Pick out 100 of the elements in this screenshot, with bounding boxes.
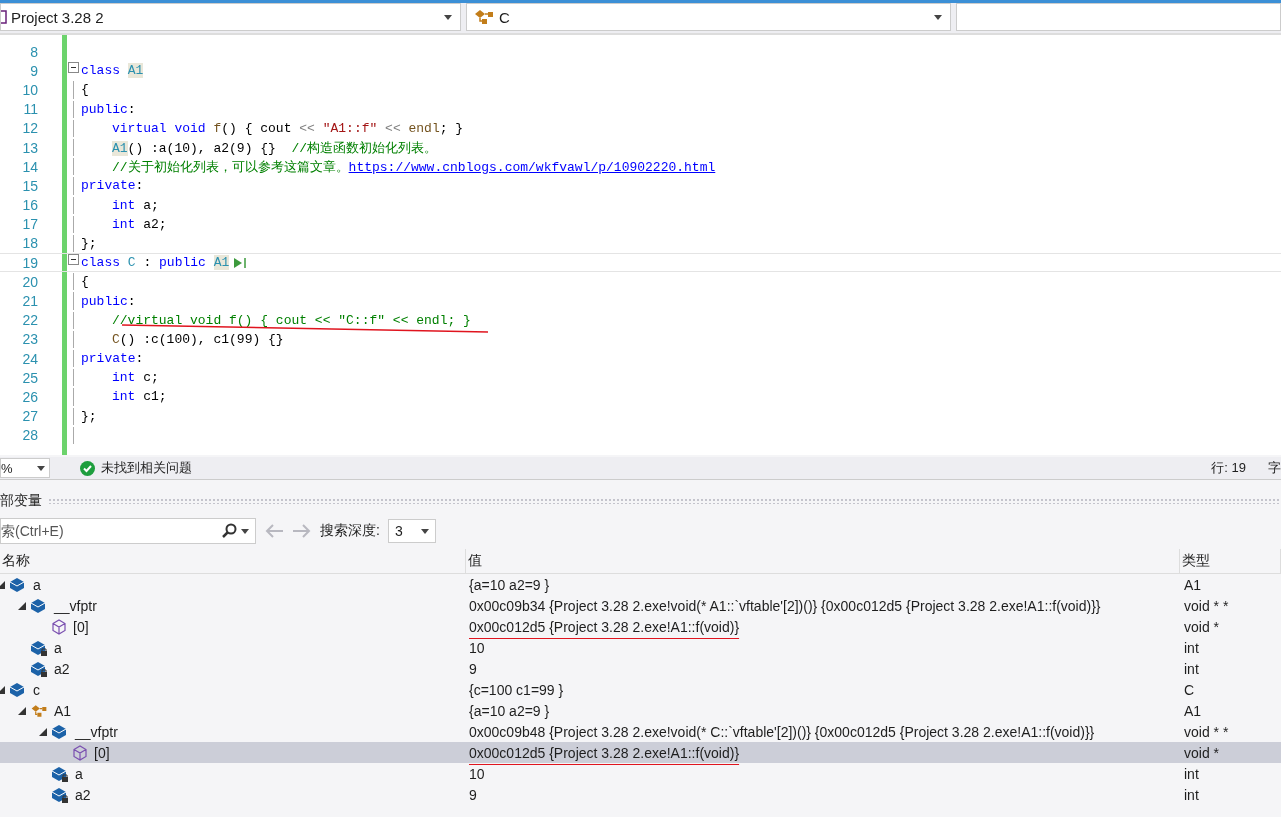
code-line: int a; xyxy=(111,197,159,213)
code-line: private: xyxy=(81,178,144,194)
variable-type: void * xyxy=(1184,618,1220,635)
field-icon xyxy=(51,723,69,740)
line-number: 12 xyxy=(21,120,38,137)
line-number: 25 xyxy=(21,369,38,386)
variable-type: void * xyxy=(1184,744,1220,761)
line-number: 8 xyxy=(29,43,38,60)
variable-name: a xyxy=(33,576,41,593)
code-line: class A1 xyxy=(81,63,144,79)
code-line: { xyxy=(81,82,89,98)
variable-value: 0x00c012d5 {Project 3.28 2.exe!A1::f(void)} xyxy=(469,618,740,635)
column-header[interactable]: 名称 xyxy=(0,549,466,573)
project-dropdown[interactable]: Project 3.28 2 xyxy=(0,3,461,31)
method-icon xyxy=(51,618,67,635)
line-number: 13 xyxy=(21,139,38,156)
collapse-icon[interactable] xyxy=(68,62,79,74)
caret-icon xyxy=(37,465,45,471)
code-line: }; xyxy=(81,235,97,251)
collapse-icon[interactable] xyxy=(68,254,79,266)
variable-type: void * * xyxy=(1184,723,1229,740)
field-icon xyxy=(9,681,27,698)
code-line: virtual void f() { cout << "A1::f" << endl; } xyxy=(111,120,464,136)
variable-type: C xyxy=(1184,681,1195,698)
variable-type: void * * xyxy=(1184,597,1229,614)
code-line: int c1; xyxy=(111,389,167,405)
variable-name: A1 xyxy=(54,702,72,719)
expand-arrow-icon[interactable] xyxy=(0,685,5,694)
caret-icon xyxy=(934,14,942,20)
variable-name: [0] xyxy=(73,618,89,635)
code-line: private: xyxy=(81,351,144,367)
line-number: 15 xyxy=(21,177,38,194)
private-field-icon xyxy=(51,786,69,803)
private-field-icon xyxy=(30,660,48,677)
expand-arrow-icon[interactable] xyxy=(17,601,26,610)
variable-name: [0] xyxy=(94,744,110,761)
variable-name: a2 xyxy=(75,786,91,803)
method-icon xyxy=(72,744,88,761)
depth-dropdown[interactable]: 3 xyxy=(387,519,436,543)
field-icon xyxy=(30,597,48,614)
field-icon xyxy=(9,576,27,593)
variable-value: 10 xyxy=(469,639,485,656)
caret-icon xyxy=(420,528,429,534)
line-number: 20 xyxy=(21,273,38,290)
variable-name: __vfptr xyxy=(75,723,118,740)
code-line: }; xyxy=(81,408,97,424)
variable-type: int xyxy=(1184,660,1199,677)
line-number: 17 xyxy=(21,216,38,233)
line-number: 14 xyxy=(21,158,38,175)
line-number: 27 xyxy=(21,408,38,425)
expand-arrow-icon[interactable] xyxy=(17,706,26,715)
line-number: 26 xyxy=(21,388,38,405)
variable-value: 0x00c012d5 {Project 3.28 2.exe!A1::f(void)} xyxy=(469,744,740,761)
code-line: int a2; xyxy=(111,216,167,232)
expand-arrow-icon[interactable] xyxy=(38,727,47,736)
variable-type: int xyxy=(1184,786,1199,803)
zoom-dropdown[interactable]: % xyxy=(0,458,50,478)
run-to-here-icon[interactable] xyxy=(233,256,248,269)
variable-value: 0x00c09b34 {Project 3.28 2.exe!void(* A1::`vftable'[2])()} {0x00c012d5 {Project 3.28 2.exe!A1::f(void)}} xyxy=(469,597,1101,614)
line-number: 16 xyxy=(21,197,38,214)
variable-type: int xyxy=(1184,765,1199,782)
class-icon xyxy=(30,702,48,719)
code-line: int c; xyxy=(111,370,159,386)
code-line: class C : public A1 xyxy=(81,255,230,271)
code-line: //关于初始化列表，可以参考这篇文章。https://www.cnblogs.com/wkfvawl/p/10902220.html xyxy=(111,158,716,176)
variable-name: c xyxy=(33,681,40,698)
code-line: A1() :a(10), a2(9) {} //构造函数初始化列表。 xyxy=(111,139,438,157)
variable-name: a xyxy=(54,639,62,656)
private-field-icon xyxy=(30,639,48,656)
expand-arrow-icon[interactable] xyxy=(0,580,5,589)
code-line: C() :c(100), c1(99) {} xyxy=(111,331,284,347)
variable-name: a2 xyxy=(54,660,70,677)
code-line: public: xyxy=(81,101,136,117)
variable-value: 0x00c09b48 {Project 3.28 2.exe!void(* C::`vftable'[2])()} {0x00c012d5 {Project 3.28 2.exe!A1::f(void)}} xyxy=(469,723,1095,740)
line-number: 23 xyxy=(21,331,38,348)
caret-icon xyxy=(444,14,452,20)
code-line: //virtual void f() { cout << "C::f" << endl; } xyxy=(111,312,471,328)
line-number: 24 xyxy=(21,350,38,367)
line-number: 21 xyxy=(21,293,38,310)
private-field-icon xyxy=(51,765,69,782)
line-indicator: 行: 19 xyxy=(1211,459,1246,477)
variable-name: __vfptr xyxy=(54,597,97,614)
line-number: 11 xyxy=(22,101,38,118)
variable-name: a xyxy=(75,765,83,782)
column-header[interactable]: 值 xyxy=(466,549,1180,573)
variable-value: {a=10 a2=9 } xyxy=(469,576,550,593)
variable-type: int xyxy=(1184,639,1199,656)
project-icon xyxy=(1,10,7,24)
code-line: public: xyxy=(81,293,136,309)
variable-value: 10 xyxy=(469,765,485,782)
scope-dropdown[interactable]: C xyxy=(466,3,951,31)
variable-type: A1 xyxy=(1184,576,1202,593)
column-indicator: 字 xyxy=(1268,459,1281,477)
panel-title: 部变量 xyxy=(0,492,42,510)
variable-value: {c=100 c1=99 } xyxy=(469,681,564,698)
status-message: 未找到相关问题 xyxy=(101,459,192,477)
line-number: 18 xyxy=(21,235,38,252)
check-icon xyxy=(80,460,95,476)
column-header[interactable]: 类型 xyxy=(1180,549,1281,573)
line-number: 19 xyxy=(21,254,38,271)
